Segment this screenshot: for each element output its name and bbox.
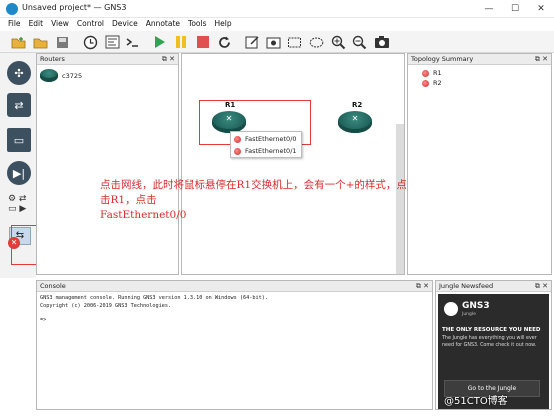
open-folder-icon[interactable]	[32, 34, 49, 50]
title-bar: Unsaved project* — GNS3 — ☐ ✕	[0, 0, 554, 18]
menu-bar: File Edit View Control Device Annotate T…	[0, 18, 554, 31]
interface-status-dot-icon	[234, 147, 241, 155]
menu-view[interactable]: View	[48, 18, 72, 31]
node-label-r2: R2	[352, 101, 363, 109]
menu-control[interactable]: Control	[74, 18, 107, 31]
router-template-label: c3725	[62, 71, 83, 80]
tutorial-annotation: 点击网线，此时将鼠标悬停在R1交换机上，会有一个+的样式，点击R1，点击 Fas…	[100, 178, 410, 223]
topology-summary-panel: Topology Summary ⧉ ✕ R1 R2	[407, 53, 552, 275]
gns3-logo-icon	[444, 302, 458, 316]
gns3-app-icon	[6, 3, 18, 15]
topology-summary-title: Topology Summary	[408, 54, 551, 65]
topology-canvas[interactable]: R1 ✕ R2 ✕ FastEthernet0/0 FastEthernet0/…	[181, 53, 405, 275]
routers-panel-title: Routers	[37, 54, 178, 65]
jungle-brand: GNS3	[462, 301, 490, 311]
browse-switches-icon[interactable]: ⇄	[7, 93, 31, 117]
browse-all-devices-icon[interactable]: ⚙ ⇄ ▭ ▶	[8, 194, 30, 216]
routers-panel: Routers ⧉ ✕ c3725	[36, 53, 179, 275]
node-status-dot-icon	[422, 79, 429, 87]
draw-ellipse-icon[interactable]	[308, 34, 325, 50]
interface-menu-item[interactable]: FastEthernet0/1	[234, 145, 297, 157]
jungle-headline: THE ONLY RESOURCE YOU NEED	[442, 327, 541, 333]
start-all-icon[interactable]	[150, 34, 167, 50]
add-note-icon[interactable]	[244, 34, 261, 50]
interface-context-menu: FastEthernet0/0 FastEthernet0/1	[230, 131, 302, 158]
menu-help[interactable]: Help	[212, 18, 235, 31]
console-title: Console	[37, 281, 432, 292]
draw-rectangle-icon[interactable]	[286, 34, 303, 50]
toolbar	[0, 31, 554, 53]
save-icon[interactable]	[54, 34, 71, 50]
router-node-r2[interactable]: ✕	[338, 111, 372, 133]
show-interface-labels-icon[interactable]	[104, 34, 121, 50]
stop-all-icon[interactable]	[194, 34, 211, 50]
interface-menu-item[interactable]: FastEthernet0/0	[234, 133, 297, 145]
menu-edit[interactable]: Edit	[26, 18, 47, 31]
console-all-icon[interactable]	[124, 34, 141, 50]
interface-status-dot-icon	[234, 135, 241, 143]
insert-picture-icon[interactable]	[265, 34, 282, 50]
menu-tools[interactable]: Tools	[185, 18, 209, 31]
snapshot-clock-icon[interactable]	[82, 34, 99, 50]
menu-file[interactable]: File	[5, 18, 24, 31]
window-controls: — ☐ ✕	[476, 0, 554, 18]
tutorial-annotation-line2: FastEthernet0/0	[100, 209, 187, 221]
router-template-item[interactable]: c3725	[40, 69, 82, 82]
menu-annotate[interactable]: Annotate	[143, 18, 183, 31]
jungle-title: Jungle Newsfeed	[436, 281, 551, 292]
zoom-out-icon[interactable]	[351, 34, 368, 50]
jungle-panel-controls-icon[interactable]: ⧉ ✕	[535, 282, 548, 291]
node-status-dot-icon	[422, 69, 429, 77]
screenshot-camera-icon[interactable]	[373, 34, 390, 50]
menu-device[interactable]: Device	[109, 18, 141, 31]
console-panel-controls-icon[interactable]: ⧉ ✕	[416, 282, 429, 291]
jungle-newsfeed-panel: Jungle Newsfeed ⧉ ✕ GNS3 Jungle THE ONLY…	[435, 280, 552, 410]
jungle-body: The Jungle has everything you will ever …	[442, 336, 537, 348]
maximize-button[interactable]: ☐	[502, 0, 528, 18]
close-button[interactable]: ✕	[528, 0, 554, 18]
router-icon	[40, 69, 58, 82]
new-project-icon[interactable]	[10, 34, 27, 50]
window-title: Unsaved project* — GNS3	[22, 3, 127, 12]
browse-security-devices-icon[interactable]: ▶|	[7, 161, 31, 185]
routers-panel-controls-icon[interactable]: ⧉ ✕	[162, 55, 175, 64]
suspend-all-icon[interactable]	[172, 34, 189, 50]
minimize-button[interactable]: —	[476, 0, 502, 18]
browse-end-devices-icon[interactable]: ▭	[7, 128, 31, 152]
browse-routers-icon[interactable]: ✣	[7, 61, 31, 85]
console-panel: Console ⧉ ✕ GNS3 management console. Run…	[36, 280, 433, 410]
reload-all-icon[interactable]	[216, 34, 233, 50]
zoom-in-icon[interactable]	[330, 34, 347, 50]
tutorial-annotation-line1: 点击网线，此时将鼠标悬停在R1交换机上，会有一个+的样式，点击R1，点击	[100, 179, 407, 206]
topology-item-r2[interactable]: R2	[422, 77, 442, 89]
topology-panel-controls-icon[interactable]: ⧉ ✕	[535, 55, 548, 64]
console-output[interactable]: GNS3 management console. Running GNS3 ve…	[40, 295, 268, 325]
watermark: @51CTO博客	[444, 396, 508, 407]
jungle-brand-sub: Jungle	[462, 312, 476, 317]
